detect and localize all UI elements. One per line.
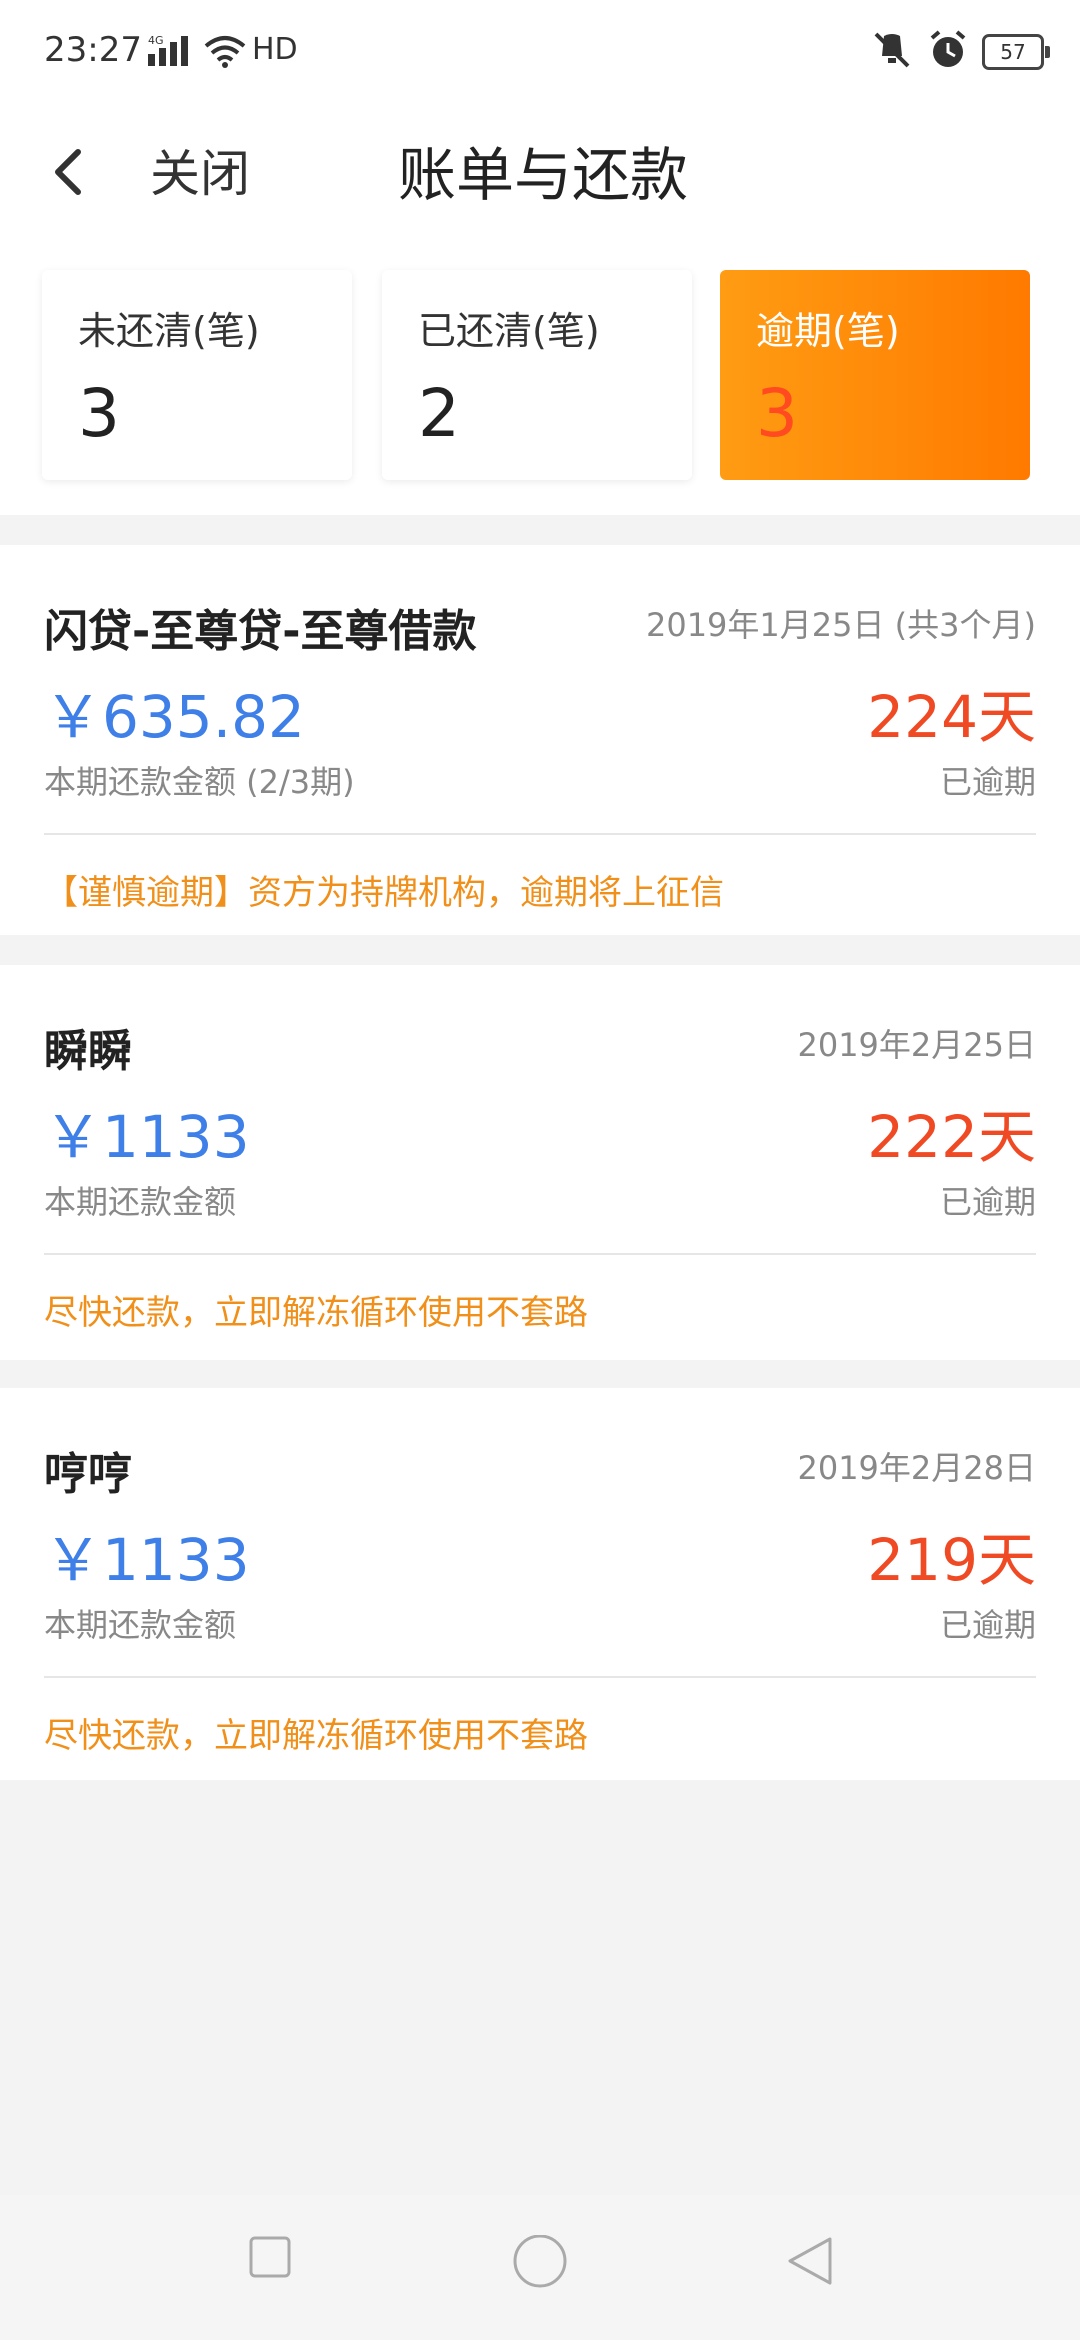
status-bar: 23:27 4G HD 57 bbox=[0, 0, 1080, 110]
page-title: 账单与还款 bbox=[398, 141, 689, 209]
triangle-back-icon[interactable] bbox=[786, 2235, 834, 2291]
back-button[interactable] bbox=[44, 130, 104, 210]
square-icon[interactable] bbox=[248, 2235, 292, 2283]
loan-note: 尽快还款，立即解冻循环使用不套路 bbox=[44, 1716, 588, 1756]
system-nav-bar bbox=[0, 2195, 1080, 2340]
tab-overdue-label: 逾期(笔) bbox=[756, 309, 900, 353]
battery-indicator: 57 bbox=[982, 34, 1050, 70]
summary-tabs: 未还清(笔) 3 已还清(笔) 2 逾期(笔) 3 bbox=[0, 260, 1080, 515]
loan-overdue-days: 222天 bbox=[867, 1103, 1036, 1171]
loan-status: 已逾期 bbox=[939, 1183, 1036, 1221]
chevron-left-icon bbox=[55, 149, 81, 195]
signal-icon: 4G bbox=[148, 34, 200, 72]
loan-date: 2019年2月28日 bbox=[797, 1449, 1036, 1487]
close-button[interactable]: 关闭 bbox=[150, 134, 250, 206]
divider bbox=[44, 1253, 1036, 1255]
circle-icon[interactable] bbox=[512, 2234, 568, 2295]
loan-note: 【谨慎逾期】资方为持牌机构，逾期将上征信 bbox=[44, 873, 724, 913]
status-time: 23:27 bbox=[44, 30, 142, 70]
loan-status: 已逾期 bbox=[939, 763, 1036, 801]
loan-amount: ￥1133 bbox=[44, 1526, 250, 1594]
loan-amount: ￥635.82 bbox=[44, 683, 305, 751]
wifi-icon bbox=[204, 34, 246, 72]
loan-amount-label: 本期还款金额 bbox=[44, 1606, 237, 1644]
loan-status: 已逾期 bbox=[939, 1606, 1036, 1644]
divider bbox=[44, 833, 1036, 835]
tab-overdue[interactable]: 逾期(笔) 3 bbox=[720, 270, 1030, 480]
loan-card[interactable]: 瞬瞬 2019年2月25日 ￥1133 222天 本期还款金额 已逾期 尽快还款… bbox=[0, 965, 1080, 1360]
tab-unpaid-label: 未还清(笔) bbox=[78, 309, 260, 353]
tab-paid[interactable]: 已还清(笔) 2 bbox=[382, 270, 692, 480]
loan-note: 尽快还款，立即解冻循环使用不套路 bbox=[44, 1293, 588, 1333]
loan-date: 2019年2月25日 bbox=[797, 1026, 1036, 1064]
tab-unpaid-count: 3 bbox=[78, 375, 120, 452]
status-right-icons: 57 bbox=[870, 30, 1050, 74]
tab-overdue-count: 3 bbox=[756, 375, 798, 452]
loan-amount-label: 本期还款金额 bbox=[44, 1183, 237, 1221]
loan-name: 闪贷-至尊贷-至尊借款 bbox=[44, 606, 477, 657]
loan-overdue-days: 224天 bbox=[867, 683, 1036, 751]
loan-date: 2019年1月25日 (共3个月) bbox=[645, 606, 1036, 644]
alarm-icon bbox=[928, 30, 968, 74]
hd-indicator: HD bbox=[252, 32, 298, 67]
loan-amount-label: 本期还款金额 (2/3期) bbox=[44, 763, 355, 801]
tab-paid-count: 2 bbox=[418, 375, 460, 452]
divider bbox=[44, 1676, 1036, 1678]
header: 关闭 账单与还款 bbox=[0, 110, 1080, 260]
loan-card[interactable]: 闪贷-至尊贷-至尊借款 2019年1月25日 (共3个月) ￥635.82 22… bbox=[0, 545, 1080, 935]
loan-name: 哼哼 bbox=[44, 1449, 132, 1500]
loan-overdue-days: 219天 bbox=[867, 1526, 1036, 1594]
tab-unpaid[interactable]: 未还清(笔) 3 bbox=[42, 270, 352, 480]
tab-paid-label: 已还清(笔) bbox=[418, 309, 600, 353]
loan-amount: ￥1133 bbox=[44, 1103, 250, 1171]
loan-card[interactable]: 哼哼 2019年2月28日 ￥1133 219天 本期还款金额 已逾期 尽快还款… bbox=[0, 1388, 1080, 1780]
network-type: 4G bbox=[148, 34, 164, 47]
vibrate-mute-icon bbox=[870, 30, 914, 74]
loan-name: 瞬瞬 bbox=[44, 1026, 132, 1077]
